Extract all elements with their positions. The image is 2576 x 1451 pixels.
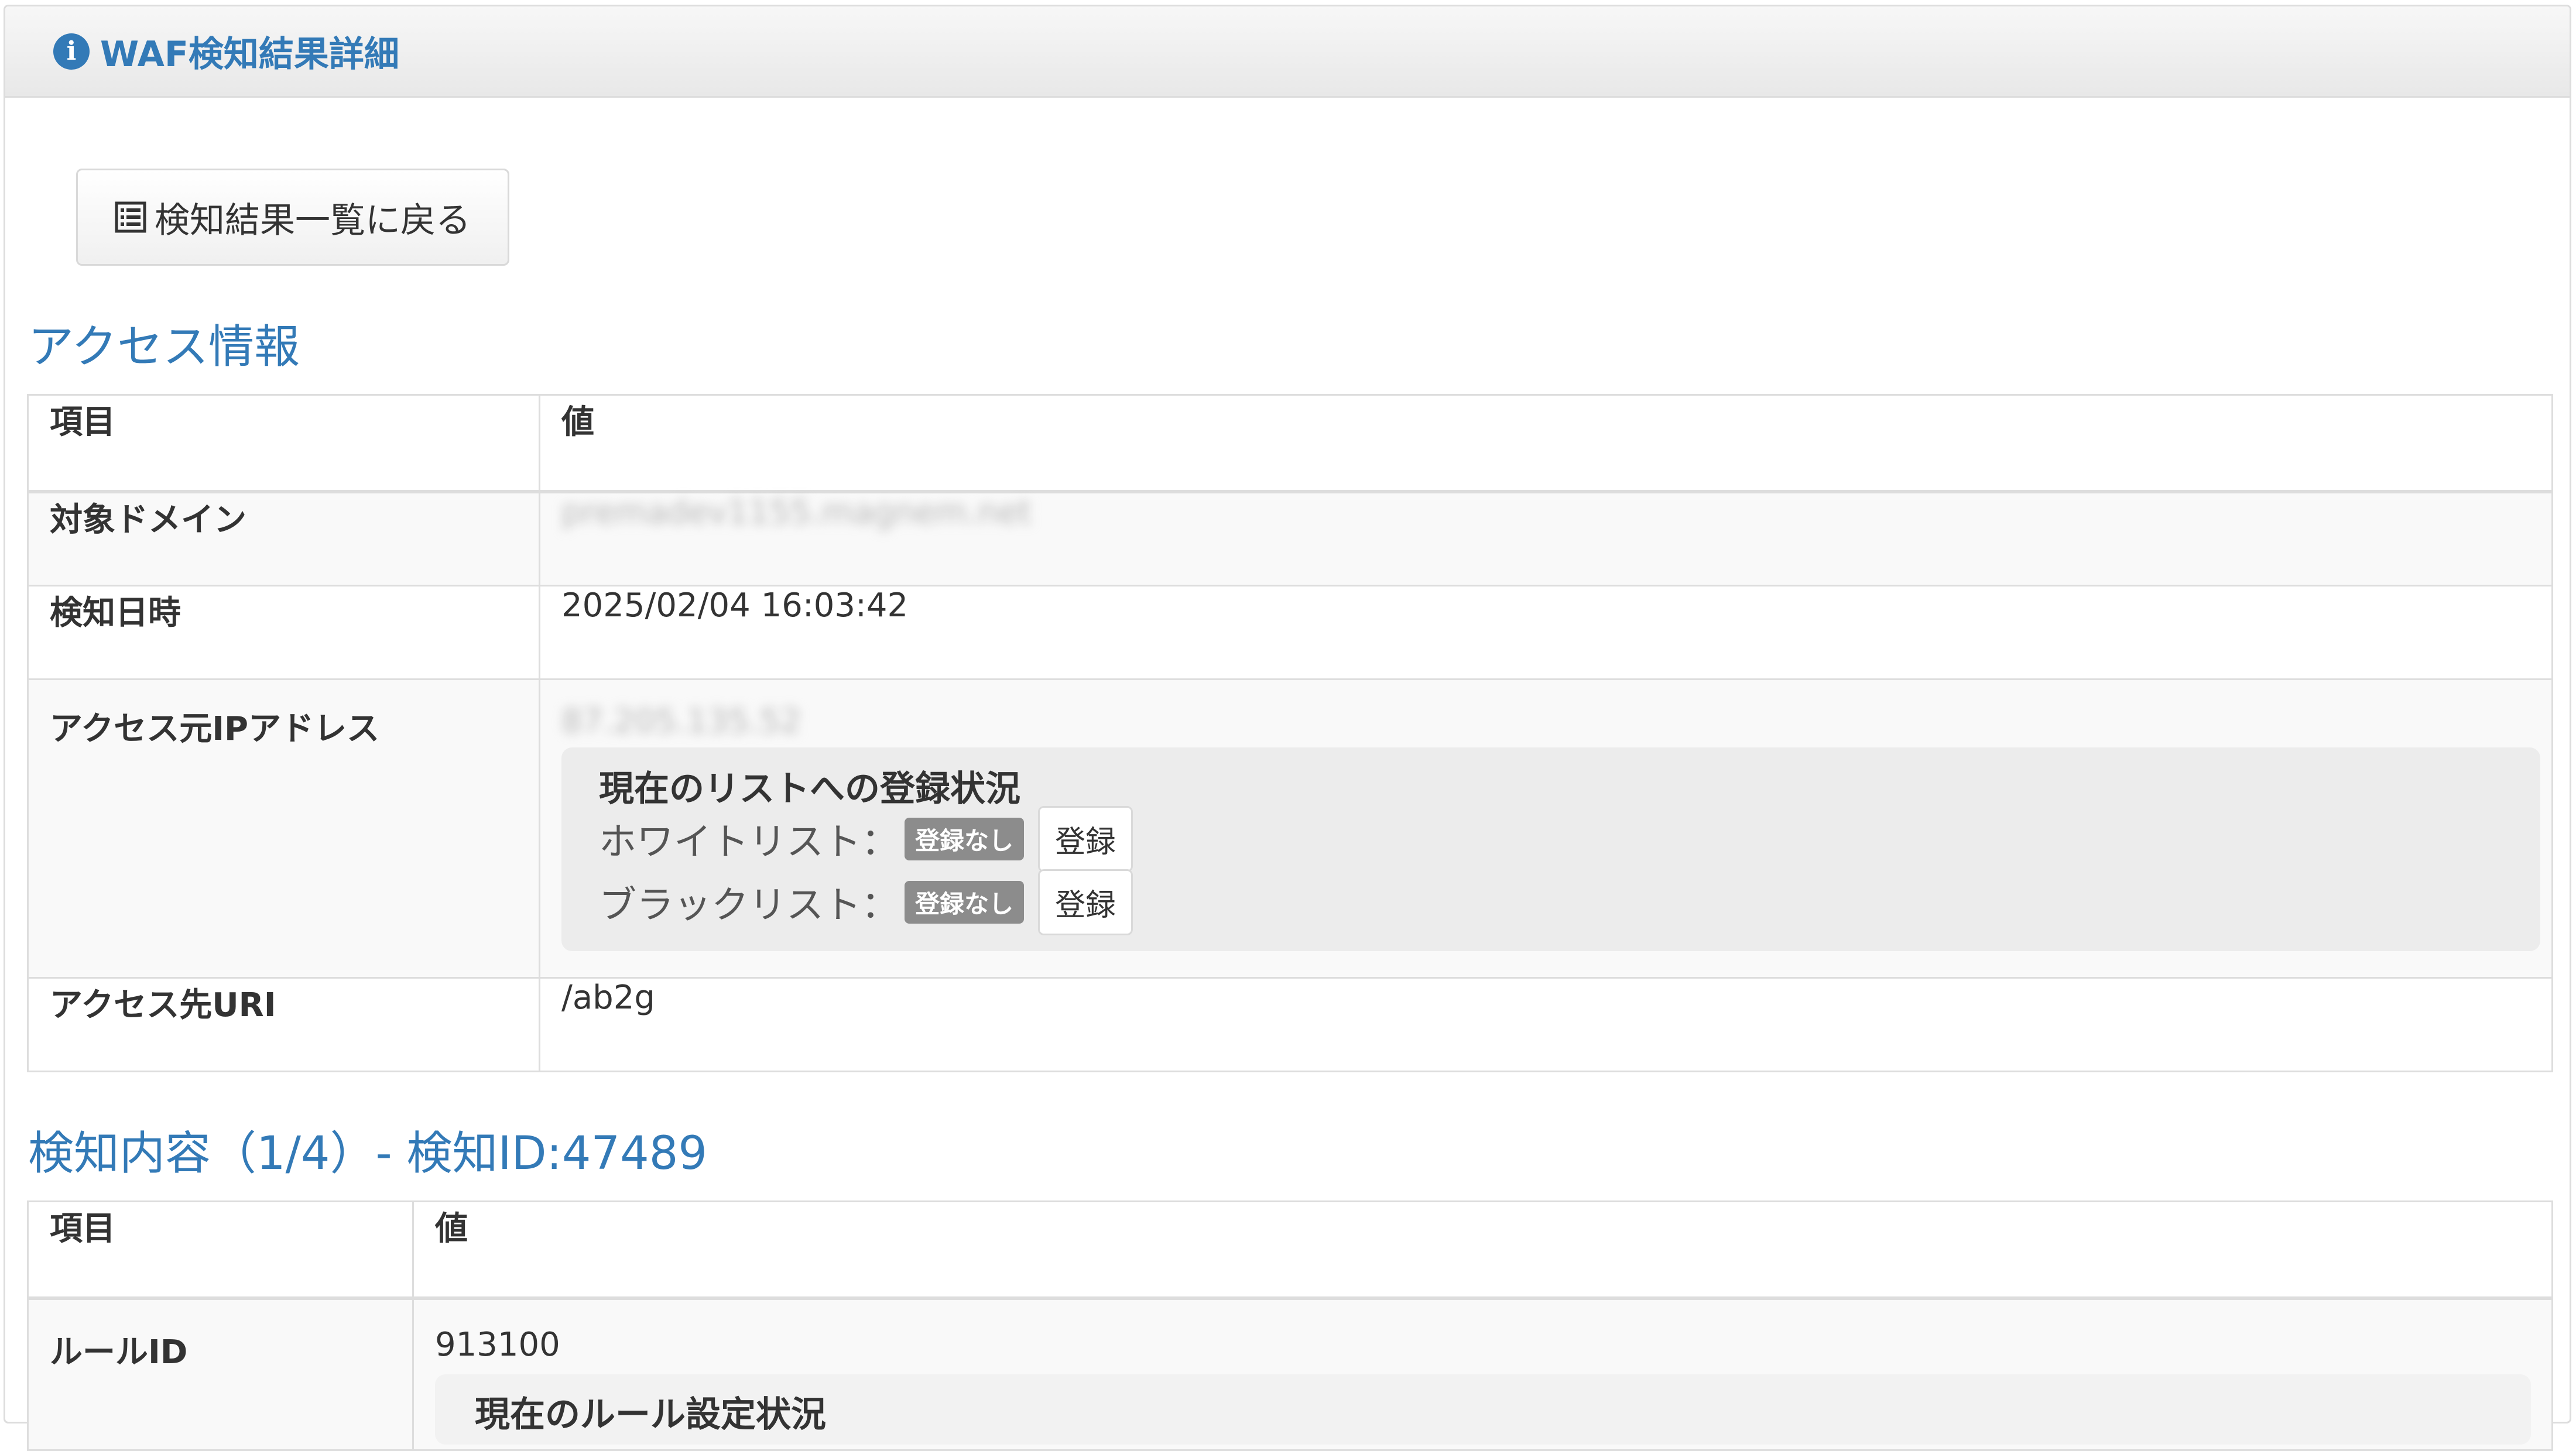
table-row-rule-id: ルールID 913100 現在のルール設定状況	[27, 1297, 2553, 1451]
column-header-value: 値	[539, 394, 2553, 493]
back-button-label: 検知結果一覧に戻る	[155, 200, 471, 241]
rule-settings-title: 現在のルール設定状況	[475, 1394, 826, 1435]
registration-status-box: 現在のリストへの登録状況 ホワイトリスト： 登録なし 登録 ブラックリスト： 登…	[561, 747, 2540, 951]
uri-key: アクセス先URI	[27, 977, 540, 1072]
source-ip-value: 87.205.135.52	[561, 702, 801, 740]
access-info-table: 項目 値 対象ドメイン premadev1155.magnem.net 検知日時…	[27, 394, 2553, 1072]
detection-section-title: 検知内容（1/4）- 検知ID:47489	[28, 1127, 707, 1180]
uri-value: /ab2g	[539, 977, 2553, 1072]
blacklist-line: ブラックリスト： 登録なし 登録	[599, 869, 2540, 935]
detected-at-value: 2025/02/04 16:03:42	[539, 585, 2553, 680]
table-row-uri: アクセス先URI /ab2g	[27, 977, 2553, 1072]
domain-value: premadev1155.magnem.net	[539, 490, 2553, 586]
whitelist-status-badge: 登録なし	[905, 817, 1025, 860]
table-header-row: 項目 値	[27, 394, 2553, 493]
blacklist-status-badge: 登録なし	[905, 880, 1025, 924]
back-to-list-button[interactable]: 検知結果一覧に戻る	[76, 169, 509, 266]
source-ip-value-cell: 87.205.135.52 現在のリストへの登録状況 ホワイトリスト： 登録なし…	[539, 678, 2553, 979]
table-row-domain: 対象ドメイン premadev1155.magnem.net	[27, 490, 2553, 586]
rule-id-value: 913100	[435, 1325, 560, 1364]
whitelist-label: ホワイトリスト：	[599, 821, 899, 864]
detection-column-value: 値	[412, 1200, 2553, 1300]
panel-heading: i WAF検知結果詳細	[5, 6, 2570, 98]
access-section-title: アクセス情報	[28, 321, 300, 373]
page-title: WAF検知結果詳細	[100, 34, 399, 75]
whitelist-register-button[interactable]: 登録	[1038, 805, 1133, 872]
rule-id-cell: 913100 現在のルール設定状況	[412, 1297, 2553, 1451]
detection-column-item: 項目	[27, 1200, 414, 1300]
blacklist-label: ブラックリスト：	[599, 884, 899, 927]
source-ip-key: アクセス元IPアドレス	[27, 678, 540, 979]
table-row-detected-at: 検知日時 2025/02/04 16:03:42	[27, 585, 2553, 680]
rule-id-key: ルールID	[27, 1297, 414, 1451]
column-header-item: 項目	[27, 394, 540, 493]
rule-settings-box: 現在のルール設定状況	[435, 1374, 2531, 1445]
info-icon: i	[53, 33, 90, 70]
blacklist-register-button[interactable]: 登録	[1038, 869, 1133, 935]
domain-key: 対象ドメイン	[27, 490, 540, 586]
whitelist-line: ホワイトリスト： 登録なし 登録	[599, 805, 2540, 872]
detection-header-row: 項目 値	[27, 1200, 2553, 1300]
detection-table: 項目 値 ルールID 913100 現在のルール設定状況	[27, 1200, 2553, 1451]
detected-at-key: 検知日時	[27, 585, 540, 680]
domain-value-text: premadev1155.magnem.net	[561, 493, 1032, 531]
table-row-source-ip: アクセス元IPアドレス 87.205.135.52 現在のリストへの登録状況 ホ…	[27, 678, 2553, 979]
list-icon	[115, 201, 146, 233]
registration-status-title: 現在のリストへの登録状況	[599, 769, 1020, 809]
